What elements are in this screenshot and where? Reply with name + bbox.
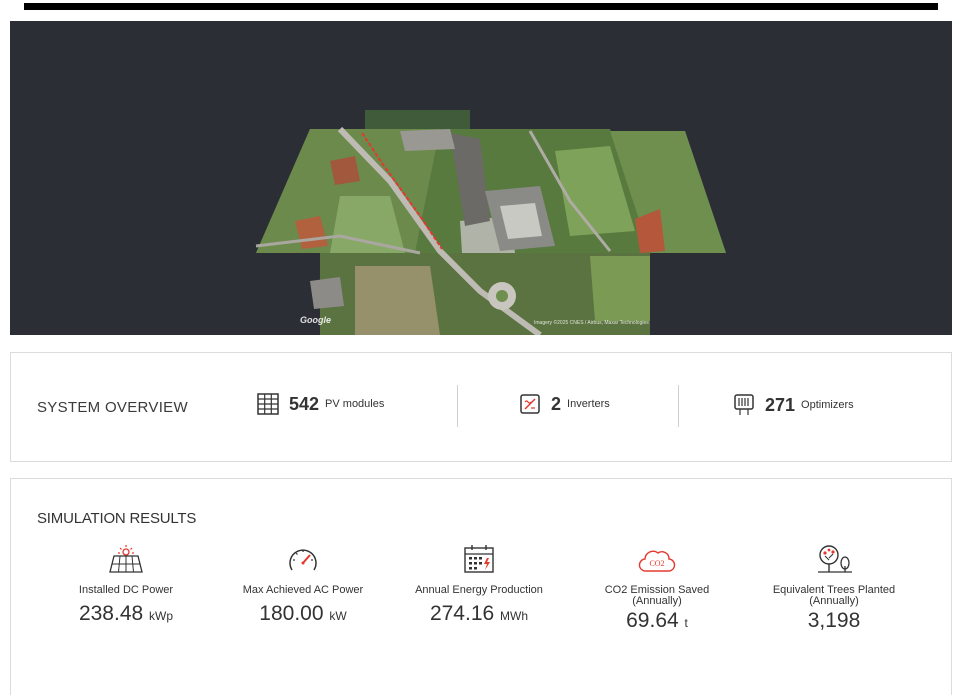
solar-panel-icon bbox=[109, 545, 143, 573]
satellite-map-view[interactable]: Google Imagery ©2025 CNES / Airbus, Maxa… bbox=[10, 21, 952, 335]
satellite-imagery bbox=[255, 110, 726, 335]
metric-trees-planted: Equivalent Trees Planted (Annually) 3,19… bbox=[749, 542, 919, 633]
metric-unit: kW bbox=[329, 609, 347, 623]
metric-sublabel: (Annually) bbox=[632, 595, 682, 607]
top-black-bar bbox=[24, 3, 938, 10]
optimizers-count: 271 bbox=[765, 394, 796, 415]
metric-value: 69.64 bbox=[626, 609, 679, 632]
metric-value: 180.00 bbox=[259, 602, 324, 625]
pv-modules-count: 542 bbox=[289, 393, 320, 414]
co2-icon-text: CO2 bbox=[649, 559, 664, 568]
metric-value: 238.48 bbox=[78, 602, 144, 625]
metric-label: Annual Energy Production bbox=[415, 584, 543, 596]
simulation-results-title: SIMULATION RESULTS bbox=[37, 510, 197, 527]
optimizer-icon bbox=[734, 394, 754, 415]
optimizers-label: Optimizers bbox=[801, 399, 854, 411]
metric-value: 3,198 bbox=[807, 609, 861, 632]
metric-co2-saved: CO2 CO2 Emission Saved (Annually) 69.64 … bbox=[572, 542, 742, 633]
google-logo: Google bbox=[300, 315, 331, 325]
speedometer-icon bbox=[289, 549, 317, 571]
system-overview-card: SYSTEM OVERVIEW 542 PV modules 2 Inverte… bbox=[10, 352, 952, 462]
metric-sublabel: (Annually) bbox=[809, 595, 859, 607]
metric-label: Max Achieved AC Power bbox=[242, 584, 364, 596]
inverters-count: 2 bbox=[551, 393, 562, 414]
grid-icon bbox=[257, 393, 279, 415]
metric-annual-energy: Annual Energy Production 274.16 MWh bbox=[394, 542, 564, 626]
system-overview-title: SYSTEM OVERVIEW bbox=[37, 399, 188, 416]
co2-cloud-icon: CO2 bbox=[638, 550, 676, 572]
metric-unit: t bbox=[684, 616, 688, 630]
overview-divider bbox=[678, 385, 679, 427]
calendar-icon bbox=[464, 545, 494, 573]
overview-divider bbox=[457, 385, 458, 427]
metric-unit: MWh bbox=[500, 609, 529, 623]
imagery-credit: Imagery ©2025 CNES / Airbus, Maxar Techn… bbox=[534, 320, 649, 326]
stat-optimizers: 271 Optimizers bbox=[733, 393, 854, 417]
simulation-results-card: SIMULATION RESULTS Installed DC Power 23… bbox=[10, 478, 952, 695]
metric-max-ac-power: Max Achieved AC Power 180.00 kW bbox=[218, 542, 388, 626]
metric-label: Installed DC Power bbox=[78, 584, 174, 596]
metric-unit: kWp bbox=[149, 609, 174, 623]
pv-modules-label: PV modules bbox=[325, 398, 385, 410]
trees-icon bbox=[818, 545, 852, 573]
metric-value: 274.16 bbox=[429, 602, 495, 625]
stat-pv-modules: 542 PV modules bbox=[257, 393, 384, 415]
inverters-label: Inverters bbox=[567, 398, 610, 410]
metric-installed-dc-power: Installed DC Power 238.48 kWp bbox=[41, 542, 211, 626]
stat-inverters: 2 Inverters bbox=[519, 393, 610, 415]
inverter-icon bbox=[520, 394, 540, 414]
